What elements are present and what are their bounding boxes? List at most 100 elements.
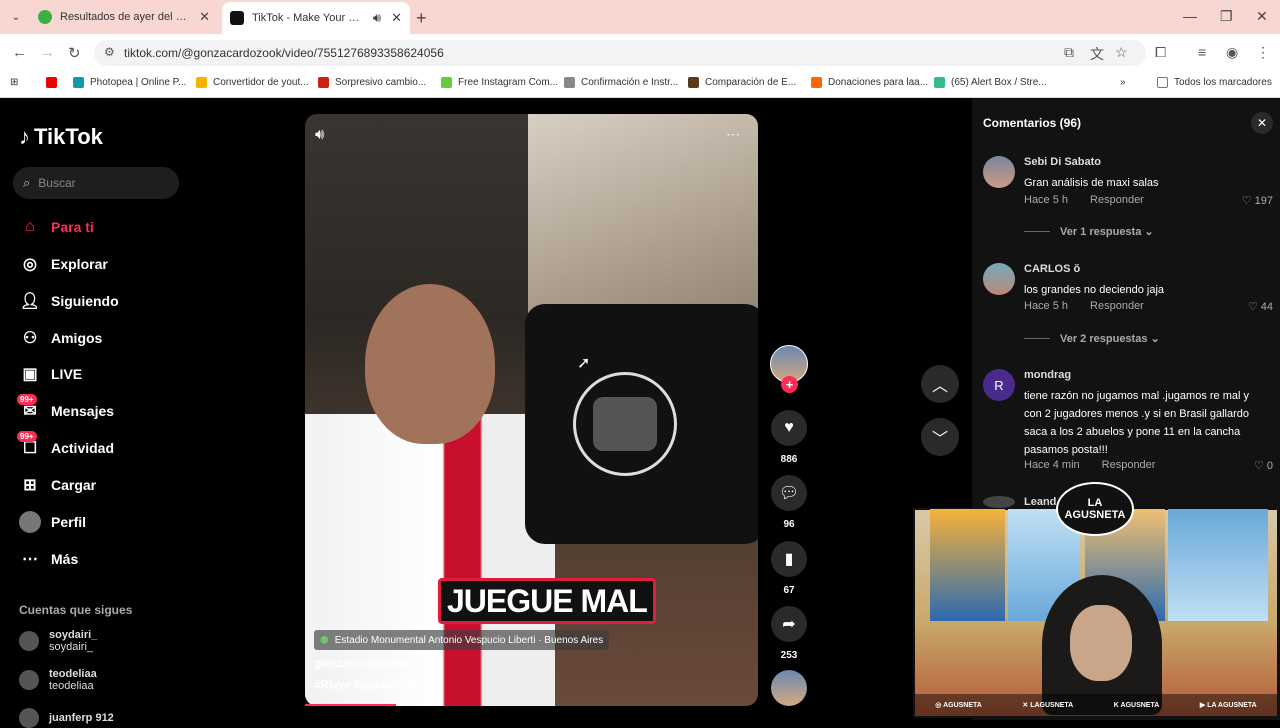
comment-like-button[interactable]: ♡ 0 (1254, 459, 1273, 472)
next-video-button[interactable]: ﹀ (921, 418, 959, 456)
soccer-ball-icon (38, 10, 52, 24)
extensions-icon[interactable]: ⧠ (1155, 44, 1166, 61)
bookmark-icon: ▮ (784, 551, 794, 568)
profile-avatar-icon[interactable]: ◉ (1226, 44, 1238, 61)
tab-search-dropdown[interactable]: ⌄ (6, 8, 26, 26)
speaker-icon[interactable]: 🔊︎ (373, 10, 381, 26)
comment-text: Gran análisis de maxi salas (1024, 177, 1159, 189)
all-bookmarks-folder[interactable]: Todos los marcadores (1157, 77, 1272, 88)
view-replies-button[interactable]: Ver 2 respuestas ⌄ (1024, 332, 1160, 345)
close-window-icon[interactable]: ✕ (1256, 8, 1268, 25)
reply-button[interactable]: Responder (1102, 459, 1156, 471)
nav-siguiendo[interactable]: 👤︎ Siguiendo (19, 290, 119, 312)
bookmark-item[interactable]: Free Instagram Com... (441, 77, 558, 88)
location-tag[interactable]: ⬢ Estadio Monumental Antonio Vespucio Lib… (314, 630, 610, 650)
activity-badge: 99+ (17, 431, 37, 442)
url-input[interactable]: tiktok.com/@gonzacardozook/video/7551276… (94, 40, 1146, 66)
messages-icon: ✉ 99+ (17, 394, 41, 422)
new-tab-button[interactable]: + (416, 8, 427, 29)
nav-live[interactable]: ▣ LIVE (19, 363, 82, 385)
webcam-poster (930, 509, 1005, 621)
save-button[interactable]: ▮ (771, 541, 807, 577)
reload-icon[interactable]: ↻ (68, 44, 81, 62)
browser-tab[interactable]: Resultados de ayer del Futbol A ✕ (30, 4, 218, 30)
comment-item: CARLOS ŏ los grandes no deciendo jaja Ha… (983, 263, 1273, 345)
close-tab-icon[interactable]: ✕ (199, 9, 210, 25)
nav-mas[interactable]: ⋯ Más (19, 548, 78, 570)
tab-title: TikTok - Make Your Day (252, 12, 367, 24)
nav-actividad[interactable]: ☐ 99+ Actividad (17, 431, 114, 459)
following-account[interactable]: soydairi_ soydairi_ (19, 629, 97, 653)
avatar[interactable]: R (983, 369, 1015, 401)
video-person-head (365, 284, 495, 444)
site-settings-icon[interactable]: ⚙ (104, 45, 115, 59)
reply-button[interactable]: Responder (1090, 300, 1144, 312)
comment-username[interactable]: mondrag (1024, 369, 1071, 381)
nav-cargar[interactable]: ⊞ Cargar (19, 474, 96, 496)
comment-text: los grandes no deciendo jaja (1024, 284, 1165, 296)
home-icon: ⌂ (25, 218, 35, 235)
bookmark-item[interactable]: Confirmación e Instr... (564, 77, 678, 88)
install-app-icon[interactable]: ⧉ (1064, 44, 1074, 61)
heart-outline-icon: ♡ (1253, 460, 1264, 472)
streamer-face (1070, 605, 1132, 681)
comment-button[interactable]: 💬︎ (771, 475, 807, 511)
minimize-icon[interactable]: — (1183, 8, 1197, 24)
close-comments-button[interactable]: ✕ (1251, 112, 1273, 134)
share-button[interactable]: ➦ (771, 606, 807, 642)
following-account[interactable]: teodeliaa teodeliaa (19, 668, 97, 692)
tiktok-logo[interactable]: ♪ TikTok (19, 124, 103, 150)
translate-icon[interactable]: 文 (1090, 44, 1104, 64)
bookmark-item[interactable]: Sorpresivo cambio... (318, 77, 426, 88)
more-bookmarks-icon[interactable]: » (1120, 77, 1126, 88)
comment-text: tiene razón no jugamos mal .jugamos re m… (1024, 390, 1250, 456)
back-icon[interactable]: ← (12, 44, 27, 61)
video-author[interactable]: gonzacardozook (314, 656, 409, 670)
view-replies-button[interactable]: Ver 1 respuesta ⌄ (1024, 225, 1154, 238)
volume-icon[interactable]: 🔊︎ (315, 126, 324, 143)
bookmark-item[interactable]: Convertidor de yout... (196, 77, 309, 88)
youtube-handle: ▶ LA AGUSNETA (1199, 702, 1257, 709)
search-input[interactable]: ⌕ Buscar (13, 167, 179, 199)
comment-like-button[interactable]: ♡ 197 (1242, 194, 1273, 207)
sound-avatar[interactable] (771, 670, 807, 706)
avatar[interactable] (983, 156, 1015, 188)
bookmark-item[interactable]: Donaciones para laa... (811, 77, 928, 88)
video-hashtags[interactable]: #River #palmeiras (314, 678, 417, 692)
youtube-bookmark[interactable] (46, 77, 63, 88)
forward-icon[interactable]: → (40, 44, 55, 61)
menu-kebab-icon[interactable]: ⋮ (1256, 44, 1270, 61)
nav-para-ti[interactable]: ⌂ Para ti (19, 216, 94, 238)
comment-username[interactable]: CARLOS ŏ (1024, 263, 1080, 275)
like-count: 886 (780, 454, 798, 465)
more-icon: ⋯ (22, 551, 38, 568)
nav-amigos[interactable]: ⚇ Amigos (19, 327, 103, 349)
follow-plus-icon[interactable]: + (781, 376, 798, 393)
video-progress-bar[interactable] (305, 704, 396, 706)
comment-username[interactable]: Sebi Di Sabato (1024, 156, 1101, 168)
nav-explorar[interactable]: ◎ Explorar (19, 253, 108, 275)
like-button[interactable]: ♥ (771, 410, 807, 446)
reply-button[interactable]: Responder (1090, 194, 1144, 206)
bookmark-star-icon[interactable]: ☆ (1115, 44, 1128, 61)
avatar[interactable] (983, 496, 1015, 508)
previous-video-button[interactable]: ︿ (921, 365, 959, 403)
restore-icon[interactable]: ❐ (1220, 8, 1233, 25)
url-text: tiktok.com/@gonzacardozook/video/7551276… (124, 46, 444, 60)
video-more-icon[interactable]: ⋯ (726, 126, 740, 143)
bookmark-item[interactable]: Comparación de E... (688, 77, 796, 88)
close-tab-icon[interactable]: ✕ (391, 10, 402, 26)
following-account[interactable]: juanferp 912 (19, 708, 114, 728)
comment-like-button[interactable]: ♡ 44 (1248, 300, 1273, 313)
bookmark-item[interactable]: (65) Alert Box / Stre... (934, 77, 1047, 88)
bookmark-item[interactable]: Photopea | Online P... (73, 77, 186, 88)
comment-username[interactable]: Leand (1024, 496, 1056, 508)
apps-grid-icon[interactable]: ⊞ (10, 77, 18, 88)
browser-tab-active[interactable]: TikTok - Make Your Day 🔊︎ ✕ (222, 2, 410, 34)
heart-icon: ♥ (784, 419, 794, 436)
avatar[interactable] (983, 263, 1015, 295)
friends-icon: ⚇ (22, 330, 38, 347)
nav-mensajes[interactable]: ✉ 99+ Mensajes (17, 394, 114, 422)
nav-perfil[interactable]: Perfil (19, 511, 86, 533)
media-control-icon[interactable]: ≡ (1198, 44, 1206, 60)
